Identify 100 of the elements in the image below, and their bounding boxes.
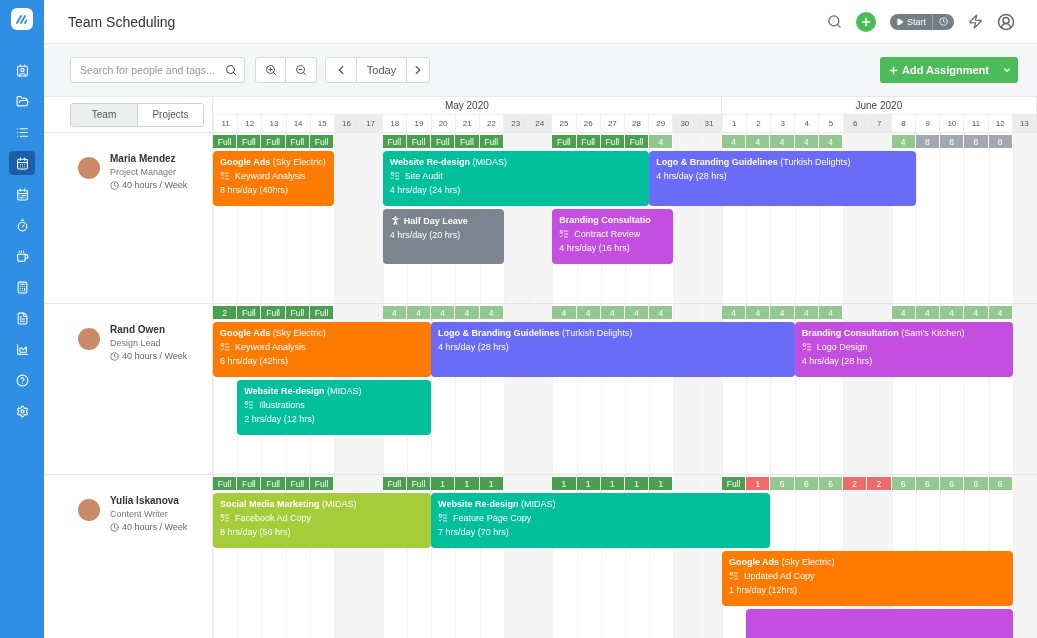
assignment-title: Logo & Branding Guidelines (Turkish Delights) — [656, 157, 851, 167]
day-label: 24 — [527, 115, 552, 132]
plus-icon — [888, 64, 899, 76]
capacity-cell: Full — [285, 306, 310, 319]
person-name: Rand Owen — [110, 324, 166, 335]
weekly-hours: 40 hours / Week — [122, 180, 188, 190]
day-label: 13 — [1011, 115, 1036, 132]
capacity-cell: 6 — [940, 477, 965, 490]
assignment-title: Branding Consultatio — [559, 215, 651, 225]
clock-icon — [110, 180, 119, 190]
hours-label: 4 hrs/day (24 hrs) — [389, 185, 462, 195]
hours-label: 6 hrs/day (42hrs) — [220, 356, 290, 366]
page-title: Team Scheduling — [68, 13, 177, 30]
hours-label: 4 hrs/day (28 hrs) — [438, 342, 510, 352]
weekly-hours: 40 hours / Week — [122, 522, 188, 532]
avatar — [78, 328, 100, 350]
view-tab[interactable]: Team — [71, 103, 137, 126]
plus-icon — [860, 15, 872, 28]
task-list-icon — [801, 342, 812, 352]
capacity-cell: Full — [600, 135, 625, 148]
capacity-cell: 4 — [818, 306, 844, 319]
task-list-icon — [220, 342, 230, 352]
capacity-cell: 4 — [891, 306, 916, 319]
view-tab[interactable]: Projects — [137, 103, 203, 126]
capacity-cell: Full — [552, 135, 577, 148]
capacity-cell: Full — [721, 477, 747, 490]
capacity-cell: Full — [576, 135, 601, 148]
assignment-bar[interactable]: Website Re-design (MIDAS) Feature Page Copy 7 hrs/day (70 hrs) — [431, 493, 771, 548]
person-name: Yulia Iskanova — [110, 495, 180, 506]
assignment-bar[interactable]: Website Re-design (MIDAS) Illustrations 2 hrs/day (12 hrs) — [237, 380, 432, 435]
capacity-cell: 6 — [988, 477, 1013, 490]
day-label: 16 — [333, 115, 359, 132]
capacity-cell: Full — [261, 477, 286, 490]
capacity-cell: 1 — [746, 477, 771, 490]
lightning-icon[interactable] — [968, 14, 983, 29]
assignment-bar[interactable]: Logo & Branding Guidelines (Turkish Delights) 4 hrs/day (28 hrs) — [431, 322, 795, 377]
leave-bar[interactable]: Half Day Leave 4 hrs/day (20 hrs) — [382, 209, 504, 264]
assignment-title: Website Re-design (MIDAS) — [438, 499, 556, 509]
hours-label: 4 hrs/day (16 hrs) — [559, 243, 631, 253]
capacity-cell: 4 — [721, 306, 747, 319]
task-list-icon — [220, 513, 230, 523]
capacity-cell: 8 — [915, 135, 941, 148]
assignment-title: Half Day Leave — [403, 215, 468, 226]
capacity-cell: 4 — [818, 135, 844, 148]
task-name: Illustrations — [259, 400, 305, 410]
assignment-title: Social Media Marketing (MIDAS) — [220, 499, 357, 509]
capacity-cell: Full — [285, 135, 310, 148]
hours-label: 4 hrs/day (20 hrs) — [389, 230, 462, 240]
person-name: Maria Mendez — [110, 153, 177, 164]
clock-icon — [939, 17, 948, 26]
capacity-cell: Full — [455, 135, 480, 148]
task-name: Contract Review — [574, 229, 641, 239]
capacity-cell: Full — [431, 135, 456, 148]
clock-icon — [110, 351, 119, 361]
capacity-cell: Full — [261, 306, 286, 319]
person-role: Project Manager — [110, 167, 178, 177]
calendar-icon[interactable] — [9, 151, 35, 175]
assignment-bar[interactable]: Google Ads (Sky Electric) Keyword Analysis 8 hrs/day (40hrs) — [213, 151, 335, 206]
capacity-cell: 4 — [625, 306, 650, 319]
assignment-bar[interactable]: Website Re-design (MIDAS) Site Audit 4 hrs/day (24 hrs) — [382, 151, 650, 206]
capacity-cell: Full — [382, 477, 407, 490]
task-name: Updated Ad Copy — [743, 571, 815, 581]
task-name: Keyword Analysis — [235, 171, 306, 181]
task-list-icon — [728, 571, 739, 581]
task-name: Logo Design — [816, 342, 868, 352]
assignment-bar[interactable]: Google Ads (Sky Electric) Updated Ad Copy 1 hrs/day (12hrs) — [721, 551, 1013, 606]
task-name: Site Audit — [404, 171, 443, 181]
person-role: Design Lead — [110, 338, 162, 348]
person-icon — [389, 215, 401, 226]
capacity-cell: 4 — [794, 306, 819, 319]
day-label: 30 — [672, 115, 697, 132]
weekly-hours: 40 hours / Week — [122, 351, 188, 361]
capacity-cell: 2 — [843, 477, 868, 490]
capacity-cell: 1 — [455, 477, 480, 490]
capacity-cell: 4 — [746, 135, 771, 148]
app-logo[interactable] — [11, 8, 33, 30]
assignment-bar[interactable]: Branding Consultatio Contract Review 4 hrs/day (16 hrs) — [552, 209, 674, 264]
capacity-cell: 8 — [940, 135, 965, 148]
assignment-bar[interactable]: Branding Consultation (Sam's Kitchen) Logo Design 4 hrs/day (28 hrs) — [794, 322, 1013, 377]
assignment-title: Google Ads (Sky Electric) — [220, 328, 326, 338]
search-field[interactable]: Search for people and tags... — [70, 57, 245, 83]
assignment-bar[interactable]: Google Ads (Sky Electric) Keyword Analysis 6 hrs/day (42hrs) — [213, 322, 432, 377]
assignment-bar[interactable]: Logo & Branding Guidelines (Turkish Delights) 4 hrs/day (28 hrs) — [649, 151, 916, 206]
capacity-cell: Full — [309, 477, 335, 490]
capacity-cell: 4 — [649, 306, 674, 319]
add-assignment-button[interactable]: Add Assignment — [880, 57, 1018, 83]
assignment-title: Branding Consultation (Sam's Kitchen) — [801, 328, 965, 338]
hours-label: 7 hrs/day (70 hrs) — [438, 527, 510, 537]
capacity-cell: 4 — [479, 306, 504, 319]
user-account-icon[interactable] — [997, 12, 1015, 31]
start-timer-button[interactable]: Start — [890, 13, 933, 30]
capacity-cell: Full — [406, 477, 432, 490]
capacity-cell: Full — [406, 135, 432, 148]
capacity-cell: 4 — [964, 306, 989, 319]
play-icon — [896, 17, 904, 26]
add-button[interactable] — [856, 11, 876, 32]
capacity-cell: Full — [237, 135, 262, 148]
search-icon[interactable] — [827, 14, 842, 29]
clock-icon — [110, 522, 119, 532]
assignment-title: Google Ads (Sky Electric) — [728, 557, 835, 567]
